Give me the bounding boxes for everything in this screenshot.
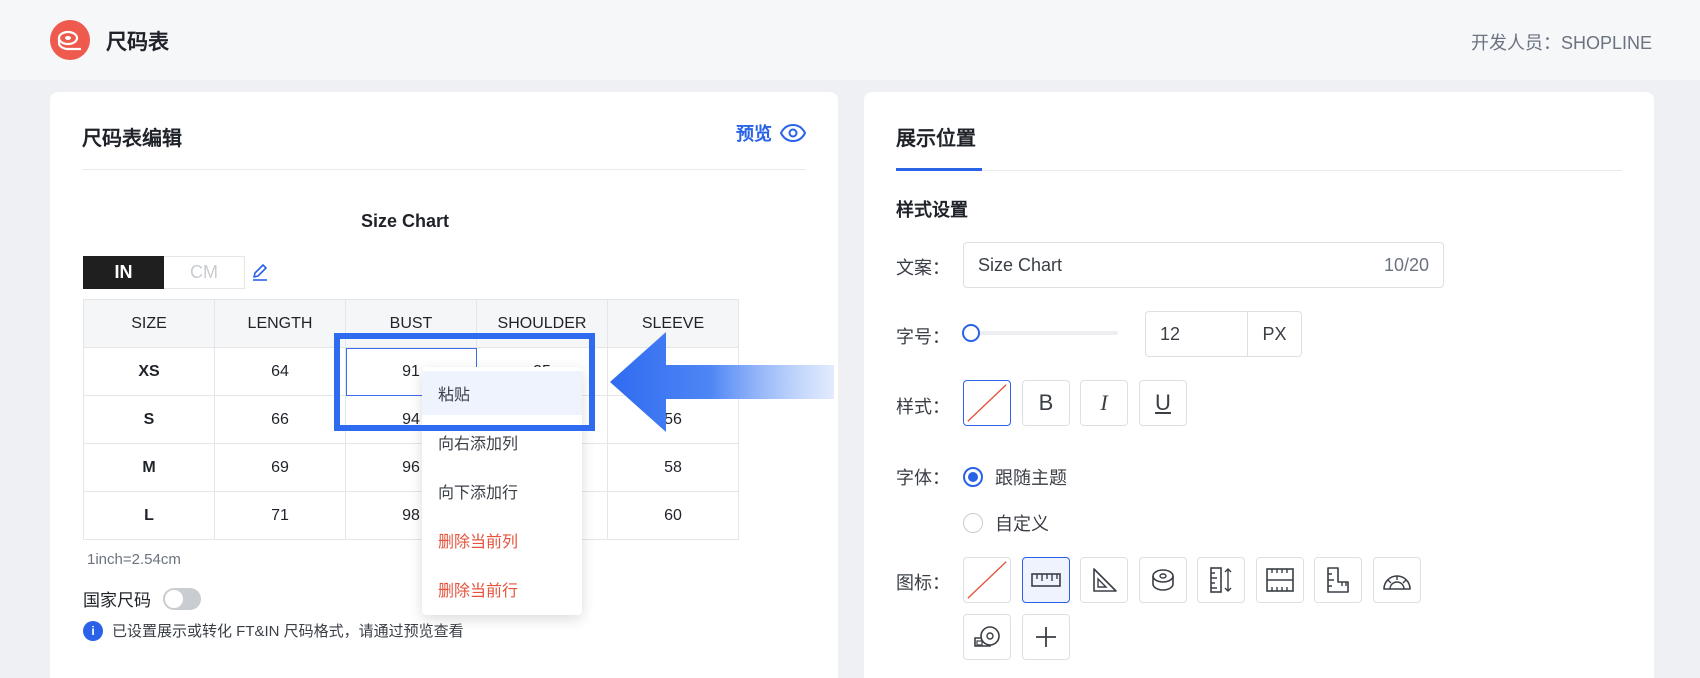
developer-label: 开发人员：SHOPLINE xyxy=(1470,33,1652,53)
folded-ruler-icon xyxy=(1266,568,1294,592)
national-size-toggle[interactable] xyxy=(163,587,201,610)
app-header: 尺码表 开发人员：SHOPLINE xyxy=(0,0,1700,80)
menu-item-add-row-below[interactable]: 向下添加行 xyxy=(422,469,582,513)
copy-char-count: 10/20 xyxy=(1383,254,1429,275)
unit-cm-button[interactable]: CM xyxy=(164,256,245,289)
table-cell[interactable]: 60 xyxy=(607,491,739,540)
preview-label: 预览 xyxy=(736,124,772,144)
folded-ruler-icon-button[interactable] xyxy=(1256,557,1304,603)
vertical-ruler-icon-button[interactable] xyxy=(1197,557,1245,603)
radio-unchecked[interactable] xyxy=(963,513,983,533)
table-cell[interactable]: L xyxy=(83,491,215,540)
national-size-row: 国家尺码 xyxy=(83,586,201,611)
table-cell[interactable]: XS xyxy=(83,347,215,396)
no-icon-icon xyxy=(967,561,1007,599)
table-cell[interactable]: 66 xyxy=(214,395,346,444)
font-option-theme[interactable]: 跟随主题 xyxy=(963,464,1067,490)
highlight-box xyxy=(334,333,595,431)
font-label: 字体： xyxy=(896,468,950,488)
eye-icon xyxy=(780,124,806,142)
font-option-custom-label: 自定义 xyxy=(995,514,1049,534)
table-cell[interactable]: 71 xyxy=(214,491,346,540)
ruler-icon xyxy=(1031,573,1061,587)
app-logo xyxy=(50,20,90,60)
underline-button[interactable]: U xyxy=(1139,380,1187,426)
unit-toggle: IN CM xyxy=(83,256,245,289)
tab-display-position[interactable]: 展示位置 xyxy=(896,122,976,151)
unit-in-button[interactable]: IN xyxy=(83,256,164,289)
fontsize-slider-track[interactable] xyxy=(972,331,1118,335)
size-chart-heading: Size Chart xyxy=(360,211,450,231)
add-icon-button[interactable] xyxy=(1022,614,1070,660)
font-option-custom[interactable]: 自定义 xyxy=(963,510,1049,536)
copy-input[interactable]: Size Chart 10/20 xyxy=(963,242,1444,288)
fontsize-slider-thumb[interactable] xyxy=(962,324,980,342)
protractor-icon-button[interactable] xyxy=(1373,557,1421,603)
tape-measure-icon xyxy=(57,30,81,51)
editor-title: 尺码表编辑 xyxy=(82,128,182,150)
menu-item-delete-column[interactable]: 删除当前列 xyxy=(422,518,582,562)
divider xyxy=(896,170,1622,171)
vertical-ruler-icon xyxy=(1210,567,1232,593)
table-cell[interactable]: S xyxy=(83,395,215,444)
no-style-icon xyxy=(967,384,1007,422)
icon-label: 图标： xyxy=(896,573,950,593)
set-square-icon xyxy=(1093,568,1117,592)
icon-none-button[interactable] xyxy=(963,557,1011,603)
app-title: 尺码表 xyxy=(106,31,169,54)
table-row: L 71 98 60 xyxy=(83,491,739,540)
table-cell[interactable]: 69 xyxy=(214,443,346,492)
column-header[interactable]: SIZE xyxy=(83,299,215,348)
column-header[interactable]: LENGTH xyxy=(214,299,346,348)
menu-item-delete-row[interactable]: 删除当前行 xyxy=(422,567,582,611)
table-row: M 69 96 58 xyxy=(83,443,739,492)
fontsize-unit: PX xyxy=(1262,323,1287,344)
protractor-icon xyxy=(1383,575,1411,590)
national-size-label: 国家尺码 xyxy=(83,591,151,610)
tape-measure-icon-button[interactable] xyxy=(1139,557,1187,603)
pointer-arrow-icon xyxy=(610,332,834,432)
tab-active-indicator xyxy=(896,168,982,171)
tape-reel-icon xyxy=(974,626,1000,647)
display-settings-card: 展示位置 样式设置 文案： Size Chart 10/20 字号： 12 PX… xyxy=(864,92,1654,678)
info-notice: i 已设置展示或转化 FT&IN 尺码格式，请通过预览查看 xyxy=(83,620,464,641)
bold-button[interactable]: B xyxy=(1022,380,1070,426)
table-cell[interactable]: 64 xyxy=(214,347,346,396)
table-cell[interactable]: 58 xyxy=(607,443,739,492)
section-title: 样式设置 xyxy=(896,200,968,220)
font-option-theme-label: 跟随主题 xyxy=(995,468,1067,488)
info-icon: i xyxy=(83,620,103,641)
table-cell[interactable]: M xyxy=(83,443,215,492)
set-square-icon-button[interactable] xyxy=(1080,557,1128,603)
divider xyxy=(82,169,806,170)
ruler-icon-button[interactable] xyxy=(1022,557,1070,603)
ruler-pencil-icon-button[interactable] xyxy=(1314,557,1362,603)
fontsize-value[interactable]: 12 xyxy=(1146,312,1248,356)
info-text: 已设置展示或转化 FT&IN 尺码格式，请通过预览查看 xyxy=(112,623,464,640)
style-none-button[interactable] xyxy=(963,380,1011,426)
edit-icon[interactable] xyxy=(250,262,270,282)
ruler-pencil-icon xyxy=(1327,567,1349,593)
conversion-note: 1inch=2.54cm xyxy=(87,551,181,568)
fontsize-label: 字号： xyxy=(896,327,950,347)
plus-icon xyxy=(1036,627,1056,647)
tape-measure-icon xyxy=(1152,569,1174,591)
fontsize-input[interactable]: 12 PX xyxy=(1145,311,1302,357)
preview-button[interactable]: 预览 xyxy=(736,120,806,146)
copy-input-value: Size Chart xyxy=(978,254,1063,275)
tape-reel-icon-button[interactable] xyxy=(963,614,1011,660)
radio-checked[interactable] xyxy=(963,467,983,487)
italic-button[interactable]: I xyxy=(1080,380,1128,426)
style-label: 样式： xyxy=(896,397,950,417)
copy-label: 文案： xyxy=(896,258,950,278)
